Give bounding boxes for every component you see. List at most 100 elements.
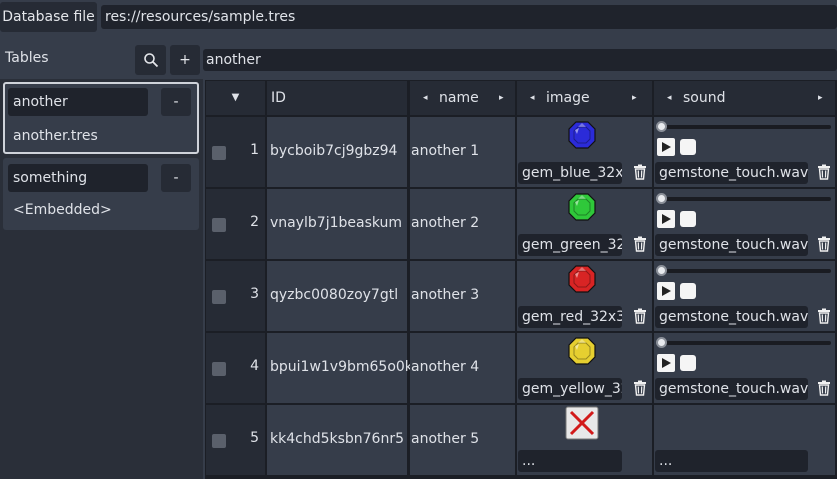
remove-table-button[interactable]: - [161,164,191,192]
sound-path-field[interactable]: gemstone_touch.wav [655,306,808,328]
image-path-field[interactable]: gem_yellow_32 [518,378,622,400]
table-item-another[interactable]: another - another.tres [3,82,199,154]
move-left-icon[interactable]: ◂ [667,81,672,115]
table-row: 3 qyzbc0080zoy7gtl another 3 gem_red_32x3 ge… [205,261,837,331]
name-cell[interactable]: another 3 [410,261,515,331]
table-row: 1 bycboib7cj9gbz94 another 1 gem_blue_32x ge… [205,117,837,187]
search-icon [143,53,158,68]
play-icon[interactable] [657,282,675,300]
sort-header[interactable]: ▼ [206,81,265,115]
stop-icon[interactable] [680,139,696,155]
row-header[interactable]: 3 [206,261,265,331]
column-header-id[interactable]: ID [267,81,407,115]
trash-icon[interactable] [816,164,832,180]
trash-icon[interactable] [816,380,832,396]
audio-seek-slider[interactable] [656,121,831,132]
row-header[interactable]: 4 [206,333,265,403]
sound-path-field[interactable]: ... [655,450,808,472]
name-text: another 2 [411,215,480,231]
image-cell[interactable]: gem_blue_32x [517,117,652,187]
audio-seek-slider[interactable] [656,265,831,276]
move-left-icon[interactable]: ◂ [423,81,428,115]
slider-knob[interactable] [656,193,667,204]
sound-path-field[interactable]: gemstone_touch.wav [655,162,808,184]
stop-icon[interactable] [680,283,696,299]
image-path-field[interactable]: gem_green_32 [518,234,622,256]
sound-cell[interactable]: gemstone_touch.wav [654,333,835,403]
name-cell[interactable]: another 1 [410,117,515,187]
name-cell[interactable]: another 2 [410,189,515,259]
trash-icon[interactable] [632,236,648,252]
database-path-field[interactable]: res://resources/sample.tres [101,5,837,29]
row-select-checkbox[interactable] [212,146,226,160]
id-cell[interactable]: bycboib7cj9gbz94 [267,117,407,187]
sound-cell[interactable]: gemstone_touch.wav [654,117,835,187]
sound-cell[interactable]: gemstone_touch.wav [654,261,835,331]
move-right-icon[interactable]: ▸ [499,81,504,115]
image-cell[interactable]: gem_yellow_32 [517,333,652,403]
play-icon[interactable] [657,138,675,156]
database-file-button[interactable]: Database file [0,2,97,32]
id-text: qyzbc0080zoy7gtl [270,287,399,303]
gem-image-icon [567,192,597,222]
gem-image-icon [567,336,597,366]
slider-knob[interactable] [656,121,667,132]
row-select-checkbox[interactable] [212,218,226,232]
image-path-field[interactable]: ... [518,450,622,472]
trash-icon[interactable] [632,380,648,396]
column-header-sound[interactable]: ◂ sound ▸ [654,81,835,115]
stop-icon[interactable] [680,355,696,371]
column-header-name[interactable]: ◂ name ▸ [410,81,515,115]
sound-path-field[interactable]: gemstone_touch.wav [655,234,808,256]
play-icon[interactable] [657,354,675,372]
row-header[interactable]: 5 [206,405,265,475]
add-table-button[interactable]: + [170,45,200,75]
row-number: 3 [250,286,259,302]
audio-seek-slider[interactable] [656,193,831,204]
top-bar: Database file res://resources/sample.tre… [0,0,837,34]
table-file-label: <Embedded> [13,202,112,218]
table-name-input[interactable]: another [203,49,837,71]
table-name-field[interactable]: something [8,164,148,192]
table-item-something[interactable]: something - <Embedded> [3,158,199,230]
data-grid: ▼ ID ◂ name ▸ ◂ image ▸ ◂ sound ▸ 1 bycbo… [205,80,837,479]
name-cell[interactable]: another 5 [410,405,515,475]
id-cell[interactable]: vnaylb7j1beaskum [267,189,407,259]
trash-icon[interactable] [632,164,648,180]
slider-knob[interactable] [656,337,667,348]
move-right-icon[interactable]: ▸ [818,81,823,115]
search-tables-button[interactable] [135,45,166,75]
sound-cell[interactable]: gemstone_touch.wav [654,189,835,259]
sound-path-field[interactable]: gemstone_touch.wav [655,378,808,400]
row-select-checkbox[interactable] [212,290,226,304]
move-left-icon[interactable]: ◂ [530,81,535,115]
image-cell[interactable]: gem_red_32x3 [517,261,652,331]
image-path-field[interactable]: gem_blue_32x [518,162,622,184]
trash-icon[interactable] [632,308,648,324]
move-right-icon[interactable]: ▸ [632,81,637,115]
audio-seek-slider[interactable] [656,337,831,348]
image-cell[interactable]: ... [517,405,652,475]
remove-table-button[interactable]: - [161,88,191,116]
row-select-checkbox[interactable] [212,362,226,376]
row-select-checkbox[interactable] [212,434,226,448]
table-name-field[interactable]: another [8,88,148,116]
id-text: bycboib7cj9gbz94 [270,143,398,159]
table-row: 4 bpui1w1v9bm65o0k another 4 gem_yellow_32 g… [205,333,837,403]
image-path-field[interactable]: gem_red_32x3 [518,306,622,328]
id-cell[interactable]: bpui1w1v9bm65o0k [267,333,413,403]
row-header[interactable]: 2 [206,189,265,259]
stop-icon[interactable] [680,211,696,227]
sound-cell[interactable]: ... [654,405,835,475]
image-cell[interactable]: gem_green_32 [517,189,652,259]
play-icon[interactable] [657,210,675,228]
row-header[interactable]: 1 [206,117,265,187]
id-cell[interactable]: kk4chd5ksbn76nr5 [267,405,407,475]
gem-image-icon [567,120,597,150]
id-cell[interactable]: qyzbc0080zoy7gtl [267,261,407,331]
column-header-image[interactable]: ◂ image ▸ [517,81,652,115]
trash-icon[interactable] [816,236,832,252]
slider-knob[interactable] [656,265,667,276]
name-cell[interactable]: another 4 [410,333,515,403]
trash-icon[interactable] [816,308,832,324]
